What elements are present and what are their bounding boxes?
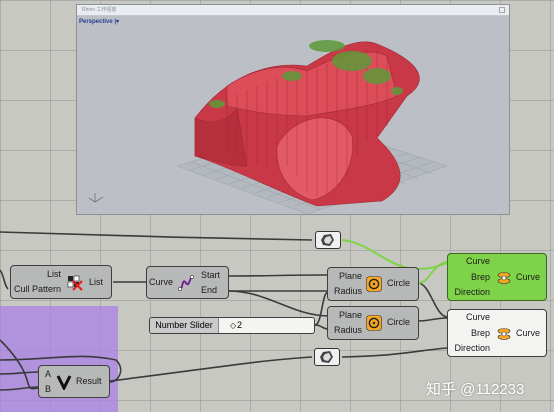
circle-input-plane[interactable]: Plane xyxy=(339,310,362,321)
circle-component-bottom[interactable]: Plane Radius Circle xyxy=(327,306,419,340)
sweep-component-top[interactable]: Curve Brep Direction Curve xyxy=(447,253,547,301)
sweep-input-curve[interactable]: Curve xyxy=(466,256,490,267)
sweep-input-brep[interactable]: Brep xyxy=(471,272,490,283)
slider-label: Number Slider xyxy=(150,318,219,333)
curve-ends-component[interactable]: Curve Start End xyxy=(146,266,229,299)
wire xyxy=(0,371,39,375)
viewport-scene xyxy=(88,40,448,214)
curve-input[interactable]: Curve xyxy=(149,277,173,288)
sweep-input-direction[interactable]: Direction xyxy=(454,343,490,354)
sweep-input-curve[interactable]: Curve xyxy=(466,312,490,323)
slider-value: 2 xyxy=(237,320,243,330)
wire xyxy=(227,274,329,277)
circle-icon xyxy=(366,315,382,331)
wire xyxy=(417,282,448,318)
and-gate-icon xyxy=(56,375,72,390)
axis-gizmo-icon xyxy=(88,193,104,203)
cull-pattern-component[interactable]: List Cull Pattern List xyxy=(10,265,112,299)
sweep-input-brep[interactable]: Brep xyxy=(471,328,490,339)
sweep-icon xyxy=(497,272,511,284)
wire xyxy=(109,356,313,382)
wire xyxy=(417,317,448,322)
sweep-output-curve[interactable]: Curve xyxy=(516,328,540,339)
circle-input-plane[interactable]: Plane xyxy=(339,271,362,282)
gate-input-b[interactable]: B xyxy=(45,384,51,395)
circle-output[interactable]: Circle xyxy=(387,278,410,289)
gate-output-result[interactable]: Result xyxy=(76,376,102,387)
data-relay-icon xyxy=(320,351,333,363)
wire xyxy=(0,269,9,290)
wire xyxy=(0,231,313,241)
slider-knob-icon[interactable]: ◇ xyxy=(230,322,236,330)
gate-input-a[interactable]: A xyxy=(45,369,51,380)
sweep-icon xyxy=(497,328,511,340)
number-slider[interactable]: Number Slider ◇ 2 xyxy=(149,317,315,334)
watermark: 知乎 @112233 xyxy=(426,381,525,398)
viewport-maximize-button[interactable] xyxy=(499,7,505,13)
curve-output-end[interactable]: End xyxy=(201,285,217,296)
cull-pattern-icon xyxy=(67,275,83,291)
wire xyxy=(227,290,329,317)
cull-input-pattern[interactable]: Cull Pattern xyxy=(14,284,61,295)
wire-selected xyxy=(341,239,448,270)
wire xyxy=(341,347,448,358)
sweep-component-bottom[interactable]: Curve Brep Direction Curve xyxy=(447,309,547,357)
viewport-title-bar: Rhino 工作视窗 xyxy=(77,5,509,16)
circle-input-radius[interactable]: Radius xyxy=(334,286,362,297)
cull-input-list[interactable]: List xyxy=(47,269,61,280)
sweep-output-curve[interactable]: Curve xyxy=(516,272,540,283)
curve-output-start[interactable]: Start xyxy=(201,270,220,281)
data-relay-icon xyxy=(321,234,334,246)
circle-icon xyxy=(366,276,382,292)
viewport-window-title: Rhino 工作视窗 xyxy=(82,7,117,13)
rhino-viewport[interactable]: Rhino 工作视窗 Perspective |▾ xyxy=(76,4,510,215)
circle-output[interactable]: Circle xyxy=(387,317,410,328)
circle-component-top[interactable]: Plane Radius Circle xyxy=(327,267,419,301)
cull-output-list[interactable]: List xyxy=(89,277,103,288)
circle-input-radius[interactable]: Radius xyxy=(334,325,362,336)
wire xyxy=(0,339,39,390)
relay-node-bottom[interactable] xyxy=(314,348,340,366)
relay-node-top[interactable] xyxy=(315,231,341,249)
sweep-input-direction[interactable]: Direction xyxy=(454,287,490,298)
gate-and-component[interactable]: A B Result xyxy=(38,365,110,398)
curve-icon xyxy=(178,275,194,291)
